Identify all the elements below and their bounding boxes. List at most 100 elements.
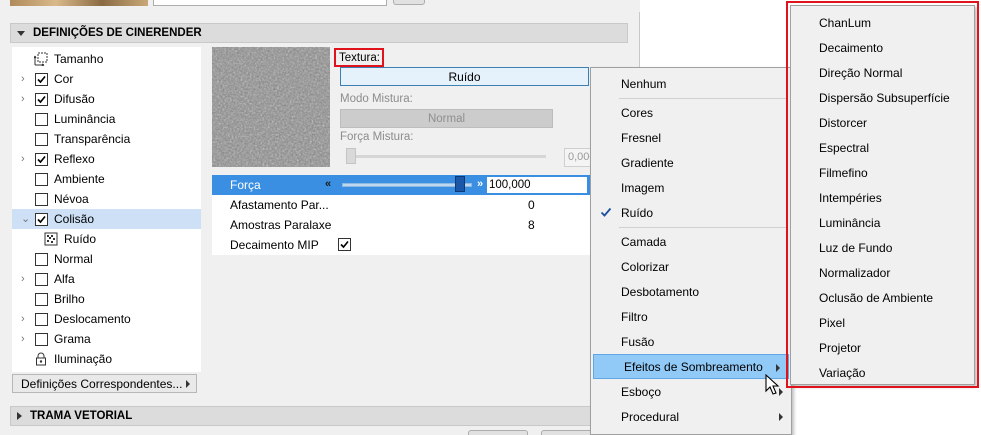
- menu-item[interactable]: Fresnel: [591, 125, 791, 150]
- param-row-parallax-offset[interactable]: Afastamento Par... 0: [212, 195, 592, 215]
- channel-checkbox[interactable]: [35, 92, 48, 106]
- menu-item[interactable]: Ruído: [591, 200, 791, 225]
- channel-checkbox[interactable]: [35, 292, 48, 306]
- param-name: Decaimento MIP: [230, 238, 319, 252]
- dropdown-label: Definições Correspondentes...: [21, 376, 183, 391]
- channel-checkbox[interactable]: [35, 332, 48, 346]
- channel-item[interactable]: Ruído: [12, 229, 201, 249]
- strength-value-field[interactable]: 100,000: [487, 177, 587, 193]
- channel-item[interactable]: › Reflexo: [12, 149, 201, 169]
- mix-mode-button[interactable]: Normal: [340, 109, 553, 128]
- menu-item-label: Efeitos de Sombreamento: [624, 359, 763, 374]
- channel-checkbox[interactable]: [35, 112, 48, 126]
- decrease-icon[interactable]: «: [325, 178, 331, 190]
- channel-label: Ruído: [64, 232, 97, 246]
- param-name: Afastamento Par...: [230, 198, 329, 212]
- check-icon: [599, 205, 613, 219]
- channel-label: Deslocamento: [54, 312, 131, 326]
- channel-checkbox[interactable]: [35, 312, 48, 326]
- expand-triangle-icon: [17, 412, 22, 420]
- channel-item[interactable]: Luminância: [12, 109, 201, 129]
- menu-item[interactable]: Efeitos de Sombreamento: [593, 354, 789, 379]
- submenu-arrow-icon: [779, 413, 783, 421]
- channel-checkbox[interactable]: [35, 172, 48, 186]
- section-header-cinerender[interactable]: DEFINIÇÕES DE CINERENDER: [10, 23, 628, 43]
- submenu-arrow-icon: [776, 364, 780, 372]
- menu-item-label: Filtro: [621, 309, 648, 324]
- menu-item[interactable]: Filtro: [591, 304, 791, 329]
- menu-item[interactable]: Imagem: [591, 175, 791, 200]
- menu-item[interactable]: Fusão: [591, 329, 791, 354]
- menu-item-label: Gradiente: [621, 155, 674, 170]
- menu-item-label: Desbotamento: [621, 284, 700, 299]
- top-strip: [0, 0, 640, 12]
- material-thumbnail[interactable]: [10, 0, 148, 6]
- texture-button[interactable]: Ruído: [340, 67, 589, 86]
- increase-icon[interactable]: »: [477, 178, 483, 190]
- matching-settings-dropdown[interactable]: Definições Correspondentes...: [12, 374, 197, 393]
- chevron-right-icon[interactable]: ›: [21, 89, 29, 109]
- section-title: TRAMA VETORIAL: [30, 410, 133, 422]
- channel-item[interactable]: Iluminação: [12, 349, 201, 369]
- mix-strength-thumb[interactable]: [346, 148, 356, 164]
- menu-item[interactable]: Cores: [591, 100, 791, 125]
- menu-item[interactable]: Desbotamento: [591, 279, 791, 304]
- channel-item[interactable]: Brilho: [12, 289, 201, 309]
- chevron-right-icon[interactable]: ›: [21, 69, 29, 89]
- annotation-highlight: [786, 1, 979, 388]
- channel-item[interactable]: Névoa: [12, 189, 201, 209]
- param-row-mip-falloff[interactable]: Decaimento MIP: [212, 235, 592, 255]
- menu-item[interactable]: Camada: [591, 229, 791, 254]
- cancel-button[interactable]: [468, 430, 528, 435]
- channel-item[interactable]: › Deslocamento: [12, 309, 201, 329]
- chevron-right-icon[interactable]: ›: [21, 309, 29, 329]
- channel-checkbox[interactable]: [35, 252, 48, 266]
- mouse-cursor-icon: [765, 374, 780, 395]
- menu-item-label: Fresnel: [621, 130, 662, 145]
- param-row-parallax-samples[interactable]: Amostras Paralaxe 8: [212, 215, 592, 235]
- channel-label: Luminância: [54, 112, 116, 126]
- channel-checkbox[interactable]: [35, 72, 48, 86]
- channel-item[interactable]: › Difusão: [12, 89, 201, 109]
- channel-item[interactable]: Tamanho: [12, 49, 201, 69]
- menu-item[interactable]: Gradiente: [591, 150, 791, 175]
- menu-item-label: Camada: [621, 234, 667, 249]
- mip-falloff-checkbox[interactable]: [338, 238, 351, 251]
- link-button[interactable]: [393, 0, 425, 5]
- menu-item[interactable]: Esboço: [591, 379, 791, 404]
- section-header-vector-hatch[interactable]: TRAMA VETORIAL: [10, 406, 628, 426]
- chevron-right-icon[interactable]: ›: [21, 149, 29, 169]
- channel-label: Grama: [54, 332, 91, 346]
- channel-item[interactable]: › Alfa: [12, 269, 201, 289]
- channel-checkbox[interactable]: [35, 272, 48, 286]
- channel-item[interactable]: Normal: [12, 249, 201, 269]
- channel-item[interactable]: Ambiente: [12, 169, 201, 189]
- channel-item[interactable]: Transparência: [12, 129, 201, 149]
- param-name: Amostras Paralaxe: [230, 218, 332, 232]
- channel-item[interactable]: › Grama: [12, 329, 201, 349]
- resize-icon: [33, 52, 48, 67]
- channel-checkbox[interactable]: [35, 152, 48, 166]
- menu-item-label: Nenhum: [621, 76, 667, 91]
- menu-item[interactable]: Procedural: [591, 404, 791, 429]
- channel-checkbox[interactable]: [35, 132, 48, 146]
- menu-item[interactable]: Colorizar: [591, 254, 791, 279]
- mix-strength-slider[interactable]: [346, 155, 546, 158]
- channel-label: Alfa: [54, 272, 75, 286]
- annotation-highlight: [334, 48, 384, 67]
- strength-slider-track[interactable]: [342, 183, 472, 187]
- channel-item[interactable]: ⌄ Colisão: [12, 209, 201, 229]
- name-field[interactable]: [153, 0, 387, 6]
- chevron-down-icon[interactable]: ⌄: [21, 209, 30, 229]
- strength-slider-thumb[interactable]: [454, 176, 465, 192]
- channel-label: Normal: [54, 252, 93, 266]
- texture-context-menu: Nenhum Cores Fresnel Gradiente Imagem Ruído Ca…: [590, 67, 792, 435]
- lock-icon: [34, 352, 48, 366]
- channel-checkbox[interactable]: [35, 192, 48, 206]
- channel-label: Ambiente: [54, 172, 105, 186]
- chevron-right-icon[interactable]: ›: [21, 269, 29, 289]
- channel-item[interactable]: › Cor: [12, 69, 201, 89]
- chevron-right-icon[interactable]: ›: [21, 329, 29, 349]
- menu-item[interactable]: Nenhum: [591, 71, 791, 96]
- channel-checkbox[interactable]: [35, 212, 48, 226]
